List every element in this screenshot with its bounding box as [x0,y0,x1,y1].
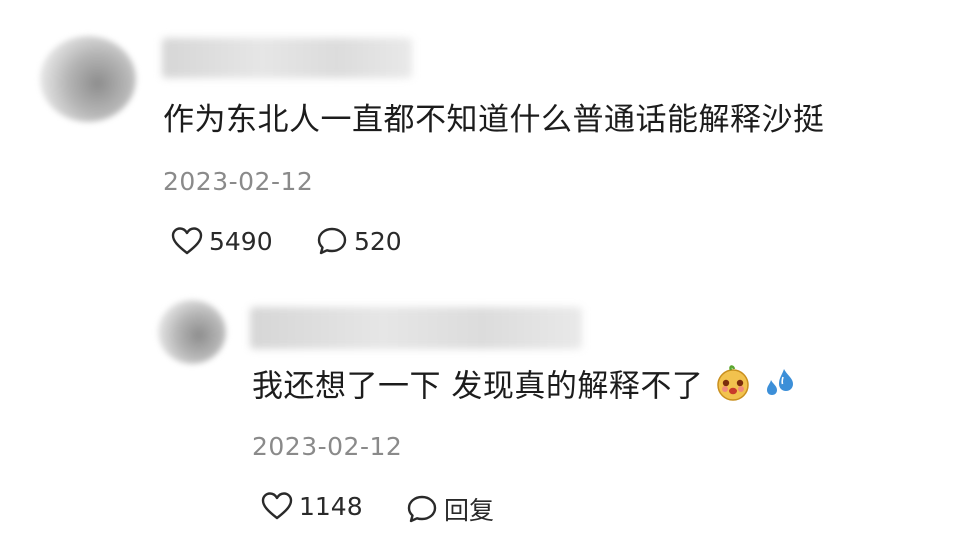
reply-avatar[interactable] [158,300,226,364]
reply-text-content: 我还想了一下 发现真的解释不了 [252,368,704,405]
speech-bubble-icon [316,226,348,256]
reply-text: 我还想了一下 发现真的解释不了 [252,364,798,412]
sweat-drops-emoji-icon [762,365,798,411]
avatar[interactable] [40,36,136,122]
heart-icon [171,226,203,256]
reply-count: 520 [354,226,402,256]
username-blurred[interactable] [162,38,412,78]
cute-face-emoji-icon [714,364,752,412]
heart-icon [261,491,293,521]
reply-count-button[interactable]: 520 [316,226,402,256]
speech-bubble-icon [406,494,438,524]
comment-text: 作为东北人一直都不知道什么普通话能解释沙挺 [163,102,825,138]
reply-label: 回复 [444,496,495,525]
comment-date: 2023-02-12 [163,167,314,196]
reply-date: 2023-02-12 [252,432,403,461]
reply-like-button[interactable]: 1148 [261,491,363,521]
reply-like-count: 1148 [299,491,363,521]
like-button[interactable]: 5490 [171,226,273,256]
reply-button[interactable]: 回复 [406,491,494,527]
reply-username-blurred[interactable] [250,307,582,349]
comment-thread: 作为东北人一直都不知道什么普通话能解释沙挺 2023-02-12 5490 52… [0,0,962,554]
like-count: 5490 [209,226,273,256]
